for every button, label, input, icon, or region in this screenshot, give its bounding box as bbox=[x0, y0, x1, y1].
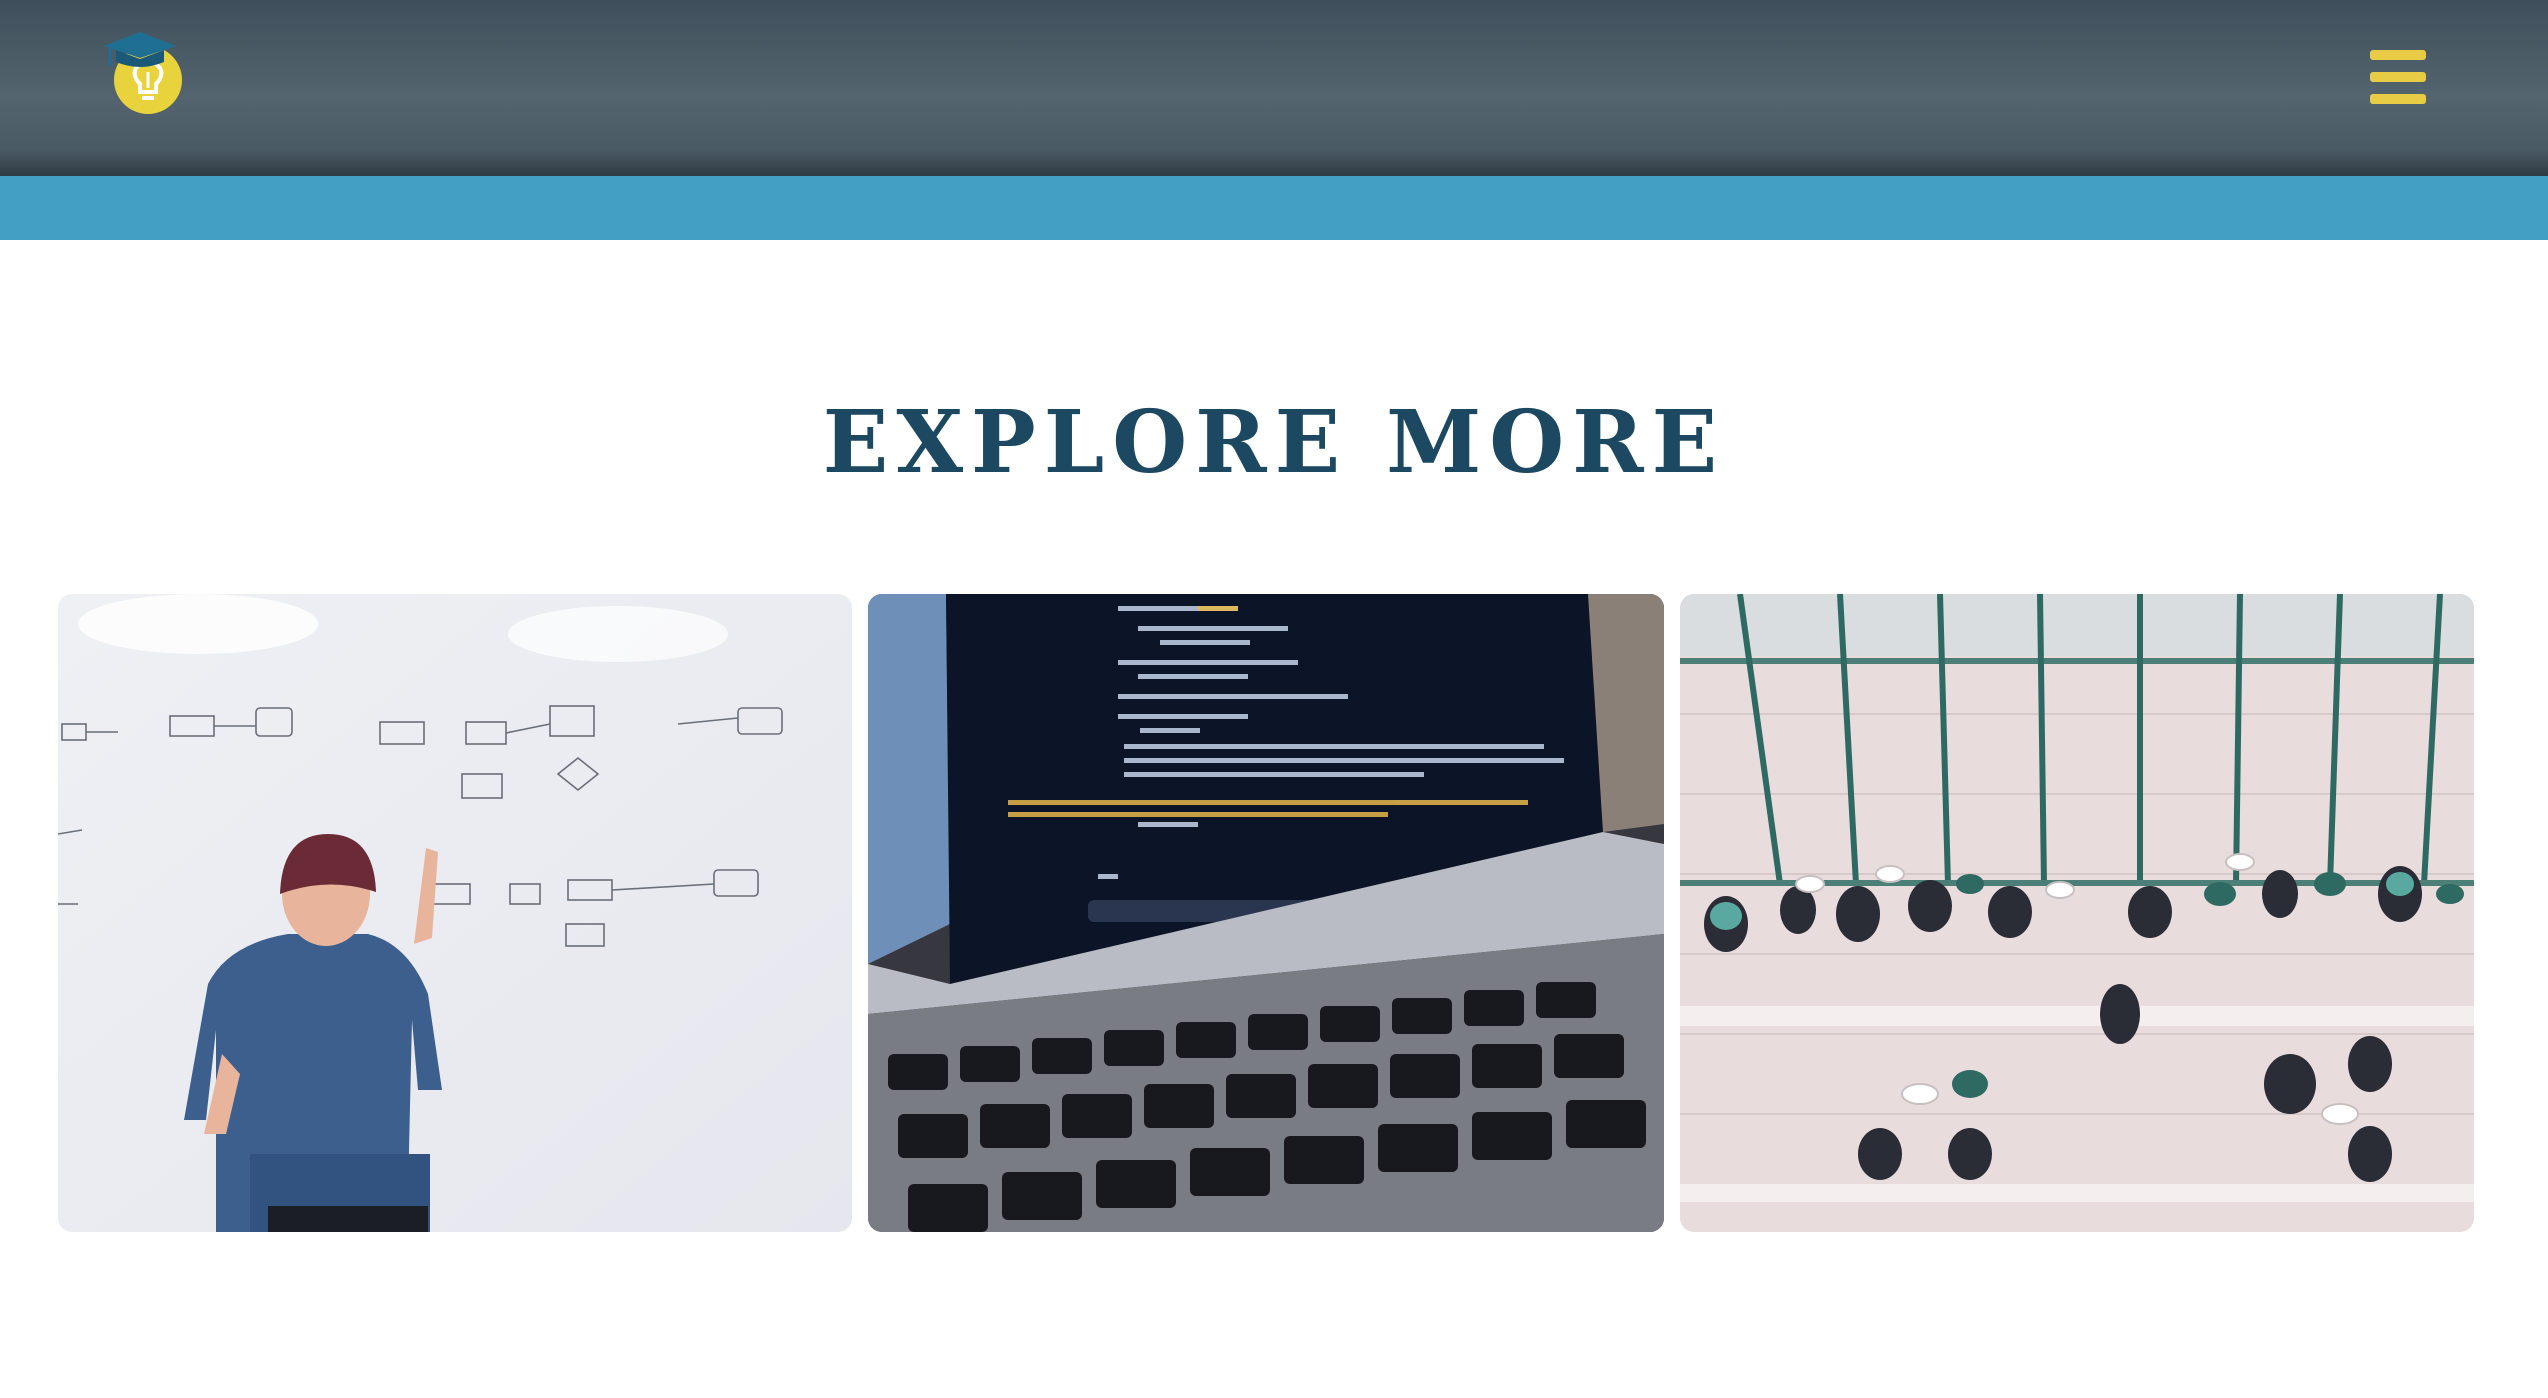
menu-bar bbox=[2370, 72, 2426, 82]
explore-card-whiteboard[interactable] bbox=[58, 594, 852, 1232]
explore-card-laptop[interactable] bbox=[868, 594, 1664, 1232]
people-in-atrium-photo bbox=[1680, 594, 2474, 1232]
explore-card-atrium[interactable] bbox=[1680, 594, 2474, 1232]
laptop-code-screen-photo bbox=[868, 594, 1664, 1232]
section-title: EXPLORE MORE bbox=[822, 392, 1726, 493]
site-logo[interactable] bbox=[100, 28, 190, 120]
graduation-cap-lightbulb-icon bbox=[104, 32, 182, 114]
menu-bar bbox=[2370, 50, 2426, 60]
site-header bbox=[0, 0, 2548, 176]
menu-bar bbox=[2370, 94, 2426, 104]
hamburger-menu-button[interactable] bbox=[2368, 50, 2428, 104]
accent-strip bbox=[0, 176, 2548, 240]
person-at-whiteboard-photo bbox=[58, 594, 852, 1232]
